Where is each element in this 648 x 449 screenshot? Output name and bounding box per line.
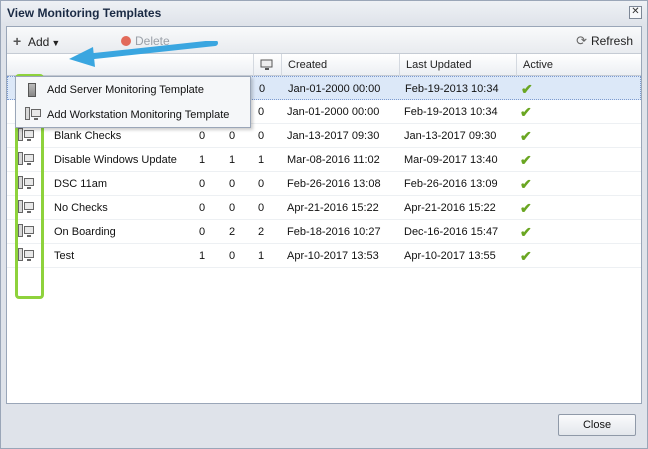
- view-monitoring-templates-dialog: View Monitoring Templates ✕ + Add ▼ Delete…: [0, 0, 648, 449]
- count-cell-2: 2: [229, 226, 236, 238]
- created-cell: Mar-08-2016 11:02: [287, 154, 380, 166]
- menu-item-add-workstation-template[interactable]: Add Workstation Monitoring Template: [16, 103, 250, 128]
- count-cell-3: 1: [258, 250, 265, 262]
- column-header-created[interactable]: Created: [281, 54, 399, 76]
- active-check-icon: ✔: [520, 152, 532, 168]
- count-cell-3: 2: [258, 226, 265, 238]
- created-cell: Feb-18-2016 10:27: [287, 226, 381, 238]
- count-cell-1: 0: [199, 178, 206, 190]
- template-name: Disable Windows Update: [54, 154, 177, 166]
- plus-icon: +: [13, 33, 22, 49]
- table-row[interactable]: No Checks 0 0 0 Apr-21-2016 15:22 Apr-21-2016…: [7, 196, 641, 220]
- column-header-count[interactable]: [253, 54, 280, 76]
- count-cell-2: 0: [229, 202, 236, 214]
- close-button[interactable]: Close: [558, 414, 636, 436]
- menu-item-label: Add Workstation Monitoring Template: [47, 109, 230, 121]
- template-name: No Checks: [54, 202, 108, 214]
- add-button[interactable]: + Add ▼: [13, 32, 69, 50]
- created-cell: Jan-13-2017 09:30: [287, 130, 380, 142]
- active-check-icon: ✔: [520, 104, 532, 120]
- created-cell: Jan-01-2000 00:00: [288, 83, 381, 95]
- add-dropdown-menu: Add Server Monitoring Template Add Works…: [15, 76, 251, 128]
- menu-item-label: Add Server Monitoring Template: [47, 84, 204, 96]
- title-bar: View Monitoring Templates ✕: [1, 1, 647, 25]
- created-cell: Apr-21-2016 15:22: [287, 202, 379, 214]
- table-row[interactable]: Test 1 0 1 Apr-10-2017 13:53 Apr-10-2017 13:5…: [7, 244, 641, 268]
- count-cell-1: 0: [199, 226, 206, 238]
- workstation-icon: [24, 107, 42, 123]
- count-cell-1: 0: [199, 202, 206, 214]
- count-cell-3: 0: [258, 130, 265, 142]
- last-updated-cell: Feb-19-2013 10:34: [404, 106, 498, 118]
- column-header-active[interactable]: Active: [516, 54, 626, 76]
- column-header-last-updated[interactable]: Last Updated: [399, 54, 516, 76]
- active-check-icon: ✔: [520, 176, 532, 192]
- count-cell-3: 0: [258, 106, 265, 118]
- last-updated-cell: Dec-16-2016 15:47: [404, 226, 499, 238]
- active-check-icon: ✔: [520, 248, 532, 264]
- last-updated-cell: Jan-13-2017 09:30: [404, 130, 497, 142]
- templates-panel: + Add ▼ Delete ⟳ Refresh Created Last Updat…: [6, 26, 642, 404]
- table-row[interactable]: On Boarding 0 2 2 Feb-18-2016 10:27 Dec-16-20…: [7, 220, 641, 244]
- refresh-label: Refresh: [590, 34, 633, 48]
- count-cell-2: 0: [229, 178, 236, 190]
- last-updated-cell: Apr-21-2016 15:22: [404, 202, 496, 214]
- menu-item-add-server-template[interactable]: Add Server Monitoring Template: [16, 78, 250, 103]
- active-check-icon: ✔: [520, 128, 532, 144]
- count-cell-3: 0: [258, 178, 265, 190]
- count-cell-1: 1: [199, 154, 206, 166]
- last-updated-cell: Feb-19-2013 10:34: [405, 83, 499, 95]
- count-cell-1: 1: [199, 250, 206, 262]
- template-name: On Boarding: [54, 226, 116, 238]
- server-icon: [24, 82, 42, 98]
- last-updated-cell: Apr-10-2017 13:55: [404, 250, 496, 262]
- chevron-down-icon: ▼: [51, 38, 61, 48]
- created-cell: Feb-26-2016 13:08: [287, 178, 381, 190]
- template-name: DSC 11am: [54, 178, 107, 190]
- created-cell: Jan-01-2000 00:00: [287, 106, 380, 118]
- count-cell-2: 1: [229, 154, 236, 166]
- table-row[interactable]: DSC 11am 0 0 0 Feb-26-2016 13:08 Feb-26-2016 …: [7, 172, 641, 196]
- count-cell-2: 0: [229, 250, 236, 262]
- monitor-icon: [260, 59, 273, 70]
- count-cell-3: 0: [258, 202, 265, 214]
- count-cell-3: 0: [259, 83, 266, 95]
- refresh-button[interactable]: ⟳ Refresh: [576, 32, 633, 50]
- dialog-title: View Monitoring Templates: [7, 6, 162, 20]
- table-row[interactable]: Disable Windows Update 1 1 1 Mar-08-2016 11:…: [7, 148, 641, 172]
- active-check-icon: ✔: [520, 224, 532, 240]
- last-updated-cell: Feb-26-2016 13:09: [404, 178, 498, 190]
- count-cell-3: 1: [258, 154, 265, 166]
- callout-arrow-icon: [69, 41, 218, 67]
- last-updated-cell: Mar-09-2017 13:40: [404, 154, 498, 166]
- active-check-icon: ✔: [520, 200, 532, 216]
- refresh-icon: ⟳: [576, 33, 587, 48]
- created-cell: Apr-10-2017 13:53: [287, 250, 379, 262]
- template-name: Test: [54, 250, 75, 262]
- close-icon[interactable]: ✕: [629, 6, 642, 19]
- add-label: Add: [28, 35, 50, 49]
- active-check-icon: ✔: [521, 81, 533, 97]
